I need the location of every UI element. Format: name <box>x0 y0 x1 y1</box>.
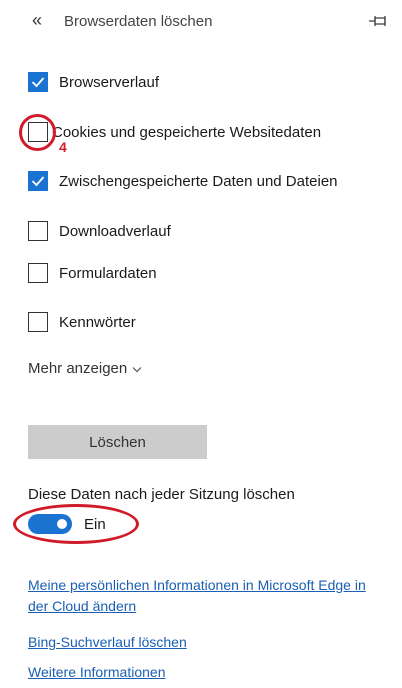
back-button[interactable]: « <box>32 10 42 31</box>
clear-button[interactable]: Löschen <box>28 425 207 459</box>
panel-header: « Browserdaten löschen <box>0 0 402 44</box>
clear-on-exit-toggle[interactable]: Ein <box>28 514 106 534</box>
option-label: Downloadverlauf <box>59 222 171 240</box>
show-more-label: Mehr anzeigen <box>28 360 128 377</box>
checkmark-icon <box>31 176 45 187</box>
annotation-step-number: 4 <box>59 139 67 155</box>
checkmark-icon <box>31 77 45 88</box>
option-label: Formulardaten <box>59 264 157 282</box>
cloud-info-link[interactable]: Meine persönlichen Informationen in Micr… <box>28 575 378 617</box>
option-download-history[interactable]: Downloadverlauf <box>28 220 171 242</box>
clear-on-exit-label: Diese Daten nach jeder Sitzung löschen <box>28 486 295 503</box>
panel-title: Browserdaten löschen <box>64 13 213 30</box>
checkbox-checked[interactable] <box>28 72 48 92</box>
toggle-knob <box>57 519 67 529</box>
option-form-data[interactable]: Formulardaten <box>28 262 157 284</box>
option-label: Cookies und gespeicherte Websitedaten <box>52 123 322 141</box>
more-info-link[interactable]: Weitere Informationen <box>28 662 165 683</box>
checkbox-unchecked[interactable] <box>28 221 48 241</box>
checkbox-checked[interactable] <box>28 171 48 191</box>
option-label: Zwischengespeicherte Daten und Dateien <box>59 172 338 190</box>
pin-icon[interactable] <box>368 12 390 30</box>
toggle-state-label: Ein <box>84 515 106 533</box>
checkbox-unchecked[interactable] <box>28 122 48 142</box>
option-cookies[interactable]: Cookies und gespeicherte Websitedaten <box>28 121 321 143</box>
checkbox-unchecked[interactable] <box>28 312 48 332</box>
option-passwords[interactable]: Kennwörter <box>28 311 136 333</box>
option-browsing-history[interactable]: Browserverlauf <box>28 71 159 93</box>
bing-history-link[interactable]: Bing-Suchverlauf löschen <box>28 632 187 653</box>
chevron-down-icon <box>132 360 142 377</box>
show-more-button[interactable]: Mehr anzeigen <box>28 360 142 377</box>
option-label: Kennwörter <box>59 313 136 331</box>
clear-browsing-data-panel: « Browserdaten löschen Browserverlauf Co… <box>0 0 402 688</box>
toggle-switch[interactable] <box>28 514 72 534</box>
option-label: Browserverlauf <box>59 73 160 91</box>
checkbox-unchecked[interactable] <box>28 263 48 283</box>
option-cached-data[interactable]: Zwischengespeicherte Daten und Dateien <box>28 170 338 192</box>
